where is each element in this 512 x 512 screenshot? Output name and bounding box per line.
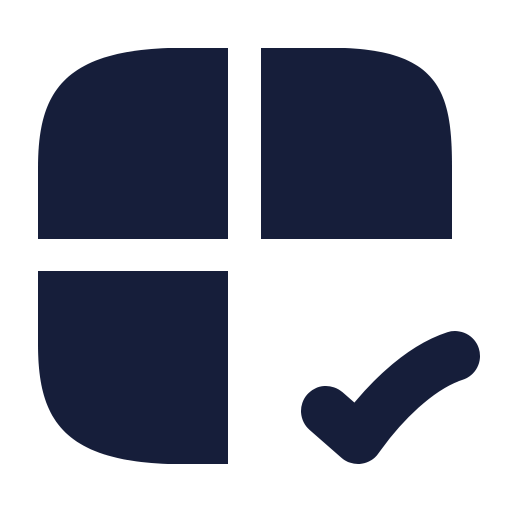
grid-cell-bottom-left (38, 271, 228, 464)
check-mark (301, 331, 480, 464)
table-check-icon (38, 48, 480, 464)
icon-canvas (0, 0, 512, 512)
grid-cell-top-right (261, 48, 452, 239)
grid-cell-top-left (38, 48, 228, 239)
